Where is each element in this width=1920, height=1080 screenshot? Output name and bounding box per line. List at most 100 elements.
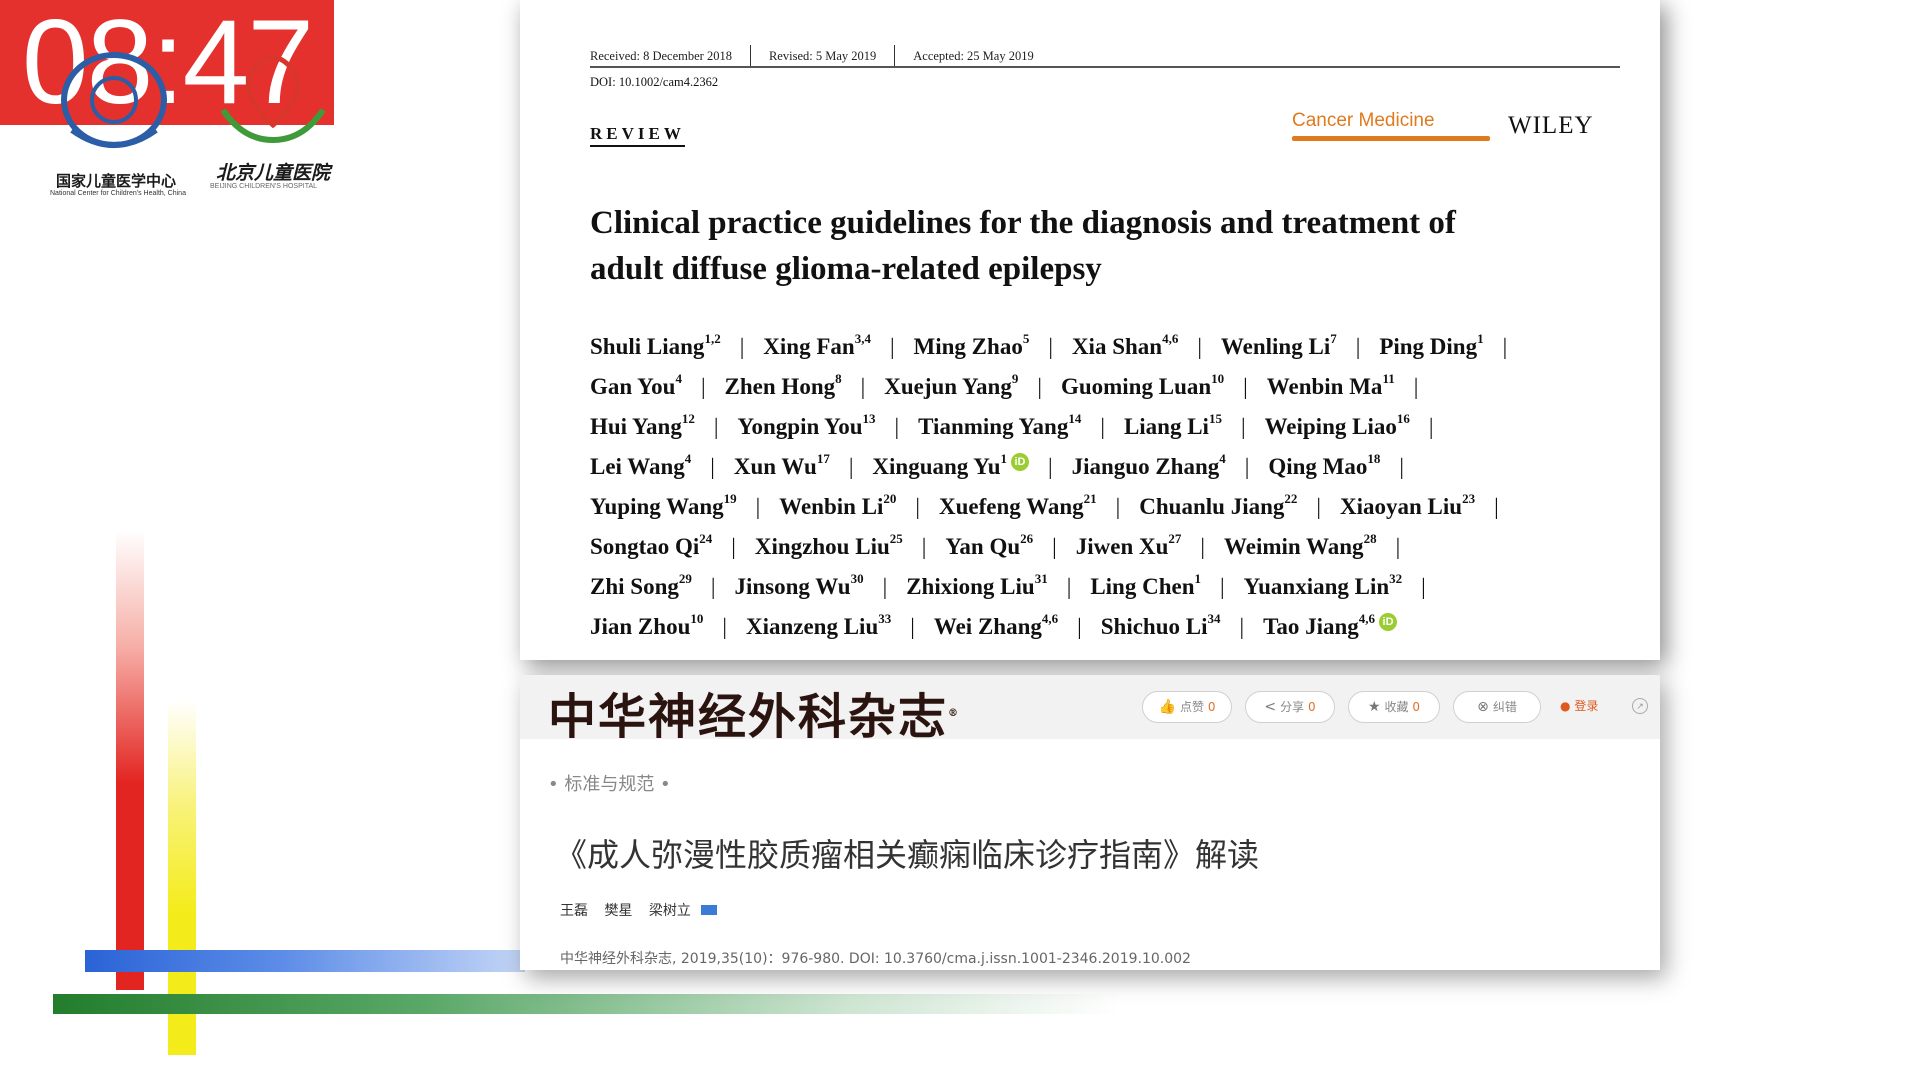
author-separator: | bbox=[1115, 493, 1121, 519]
author-separator: | bbox=[1494, 493, 1499, 519]
author-name[interactable]: Guoming Luan10 bbox=[1061, 371, 1225, 399]
author-name-text: Yuping Wang bbox=[590, 493, 724, 519]
logos: 国家儿童医学中心 National Center for Children's … bbox=[30, 40, 340, 200]
affiliation-superscript: 30 bbox=[850, 571, 864, 586]
blue-bar bbox=[85, 950, 525, 972]
author-name[interactable]: Lei Wang4 bbox=[590, 451, 692, 479]
orcid-icon[interactable]: iD bbox=[1379, 613, 1398, 632]
bch-logo: 北京儿童医院 BEIJING CHILDREN'S HOSPITAL bbox=[198, 40, 358, 200]
author-name[interactable]: Yuanxiang Lin32 bbox=[1243, 571, 1403, 599]
author-name[interactable]: Yongpin You13 bbox=[737, 411, 876, 439]
author-name-text: Xingzhou Liu bbox=[754, 533, 890, 559]
author-name[interactable]: Jinsong Wu30 bbox=[734, 571, 864, 599]
author-name[interactable]: Yan Qu26 bbox=[945, 531, 1033, 559]
author-name-text: Zhixiong Liu bbox=[906, 573, 1035, 599]
author-name-text: Songtao Qi bbox=[590, 533, 700, 559]
author-name[interactable]: Zhi Song29 bbox=[590, 571, 692, 599]
author-name[interactable]: Ming Zhao5 bbox=[913, 331, 1030, 359]
author-name[interactable]: Xinguang Yu1 iD bbox=[872, 451, 1029, 479]
author-name[interactable]: Wenbin Li20 bbox=[779, 491, 896, 519]
affiliation-superscript: 29 bbox=[678, 571, 692, 586]
author-name-text: Yuanxiang Lin bbox=[1243, 573, 1390, 599]
like-button[interactable]: 👍 点赞 0 bbox=[1142, 691, 1232, 723]
author-name[interactable]: Zhen Hong8 bbox=[725, 371, 842, 399]
author-separator: | bbox=[1240, 413, 1246, 439]
author-name[interactable]: Xing Fan3,4 bbox=[763, 331, 871, 359]
author-link[interactable]: 王磊 bbox=[560, 903, 588, 919]
author-row: Zhi Song29 | Jinsong Wu30 | Zhixiong Liu31 | L… bbox=[590, 571, 1445, 600]
author-separator: | bbox=[713, 413, 719, 439]
share-button[interactable]: < 分享 0 bbox=[1245, 691, 1335, 723]
affiliation-superscript: 23 bbox=[1462, 491, 1476, 506]
author-separator: | bbox=[1220, 573, 1225, 599]
author-name[interactable]: Jianguo Zhang4 bbox=[1072, 451, 1226, 479]
cn-journal-page: 中华神经外科杂志® 👍 点赞 0 < 分享 0 ★ 收藏 0 ⊗ 纠错 ● 登录 ↗ •… bbox=[520, 675, 1660, 970]
author-name[interactable]: Xiaoyan Liu23 bbox=[1340, 491, 1476, 519]
author-name[interactable]: Weiping Liao16 bbox=[1265, 411, 1410, 439]
author-name[interactable]: Liang Li15 bbox=[1124, 411, 1222, 439]
author-name[interactable]: Xianzeng Liu33 bbox=[746, 611, 891, 639]
author-name[interactable]: Zhixiong Liu31 bbox=[906, 571, 1047, 599]
author-name[interactable]: Gan You4 bbox=[590, 371, 682, 399]
author-name-text: Chuanlu Jiang bbox=[1139, 493, 1285, 519]
author-name[interactable]: Xun Wu17 bbox=[733, 451, 830, 479]
article-category: • 标准与规范 • bbox=[548, 774, 671, 795]
author-name[interactable]: Songtao Qi24 bbox=[590, 531, 712, 559]
author-name[interactable]: Weimin Wang28 bbox=[1224, 531, 1377, 559]
author-name-text: Wenbin Li bbox=[779, 493, 884, 519]
mail-icon[interactable] bbox=[701, 905, 718, 915]
affiliation-superscript: 1 bbox=[1194, 571, 1202, 586]
cn-journal-header: 中华神经外科杂志® 👍 点赞 0 < 分享 0 ★ 收藏 0 ⊗ 纠错 ● 登录 ↗ bbox=[520, 675, 1660, 745]
author-name[interactable]: Jian Zhou10 bbox=[590, 611, 703, 639]
author-name[interactable]: Ling Chen1 bbox=[1090, 571, 1202, 599]
affiliation-superscript: 13 bbox=[862, 411, 876, 426]
author-name[interactable]: Tianming Yang14 bbox=[918, 411, 1081, 439]
author-name[interactable]: Jiwen Xu27 bbox=[1076, 531, 1182, 559]
affiliation-superscript: 22 bbox=[1284, 491, 1298, 506]
section-label: REVIEW bbox=[590, 124, 685, 147]
author-name-text: Xun Wu bbox=[733, 453, 817, 479]
compass-icon[interactable]: ↗ bbox=[1632, 698, 1648, 714]
favorite-button[interactable]: ★ 收藏 0 bbox=[1348, 691, 1440, 723]
author-name[interactable]: Hui Yang12 bbox=[590, 411, 695, 439]
affiliation-superscript: 4,6 bbox=[1162, 331, 1179, 346]
author-name[interactable]: Ping Ding1 bbox=[1379, 331, 1483, 359]
author-name[interactable]: Xia Shan4,6 bbox=[1072, 331, 1179, 359]
paper-doi: DOI: 10.1002/cam4.2362 bbox=[590, 75, 719, 89]
article-authors: 王磊 樊星 梁树立 bbox=[560, 900, 729, 920]
author-name[interactable]: Chuanlu Jiang22 bbox=[1139, 491, 1298, 519]
bch-name-cn: 北京儿童医院 bbox=[216, 162, 331, 184]
author-name-text: Weimin Wang bbox=[1224, 533, 1364, 559]
publisher-name: WILEY bbox=[1508, 112, 1594, 139]
author-separator: | bbox=[889, 333, 895, 359]
author-name[interactable]: Xingzhou Liu25 bbox=[754, 531, 903, 559]
author-name[interactable]: Shuli Liang1,2 bbox=[590, 331, 721, 359]
affiliation-superscript: 1 bbox=[1000, 451, 1007, 466]
author-row: Shuli Liang1,2 | Xing Fan3,4 | Ming Zhao5 | Xi… bbox=[590, 331, 1526, 360]
author-separator: | bbox=[739, 333, 745, 359]
author-name[interactable]: Shichuo Li34 bbox=[1101, 611, 1221, 639]
affiliation-superscript: 10 bbox=[1211, 371, 1225, 386]
author-separator: | bbox=[1399, 453, 1404, 479]
affiliation-superscript: 4 bbox=[684, 451, 692, 466]
title-line-2: adult diffuse glioma-related epilepsy bbox=[590, 251, 1102, 287]
affiliation-superscript: 9 bbox=[1011, 371, 1019, 386]
correction-label: 纠错 bbox=[1492, 700, 1517, 714]
author-separator: | bbox=[1502, 333, 1508, 359]
author-name-text: Ming Zhao bbox=[913, 333, 1023, 359]
author-name[interactable]: Tao Jiang4,6 iD bbox=[1263, 611, 1398, 639]
author-name[interactable]: Xuejun Yang9 bbox=[884, 371, 1019, 399]
author-name[interactable]: Xuefeng Wang21 bbox=[939, 491, 1097, 519]
correction-button[interactable]: ⊗ 纠错 bbox=[1453, 691, 1541, 723]
author-link[interactable]: 梁树立 bbox=[649, 903, 691, 919]
author-name-text: Jinsong Wu bbox=[734, 573, 851, 599]
author-name[interactable]: Wenbin Ma11 bbox=[1267, 371, 1395, 399]
author-name[interactable]: Yuping Wang19 bbox=[590, 491, 737, 519]
cn-journal-logo[interactable]: 中华神经外科杂志® bbox=[548, 677, 958, 747]
author-name[interactable]: Qing Mao18 bbox=[1268, 451, 1380, 479]
author-name[interactable]: Wei Zhang4,6 bbox=[934, 611, 1058, 639]
author-link[interactable]: 樊星 bbox=[604, 903, 632, 919]
author-name[interactable]: Wenling Li7 bbox=[1221, 331, 1337, 359]
login-link[interactable]: ● 登录 bbox=[1560, 691, 1598, 721]
orcid-icon[interactable]: iD bbox=[1010, 453, 1029, 472]
